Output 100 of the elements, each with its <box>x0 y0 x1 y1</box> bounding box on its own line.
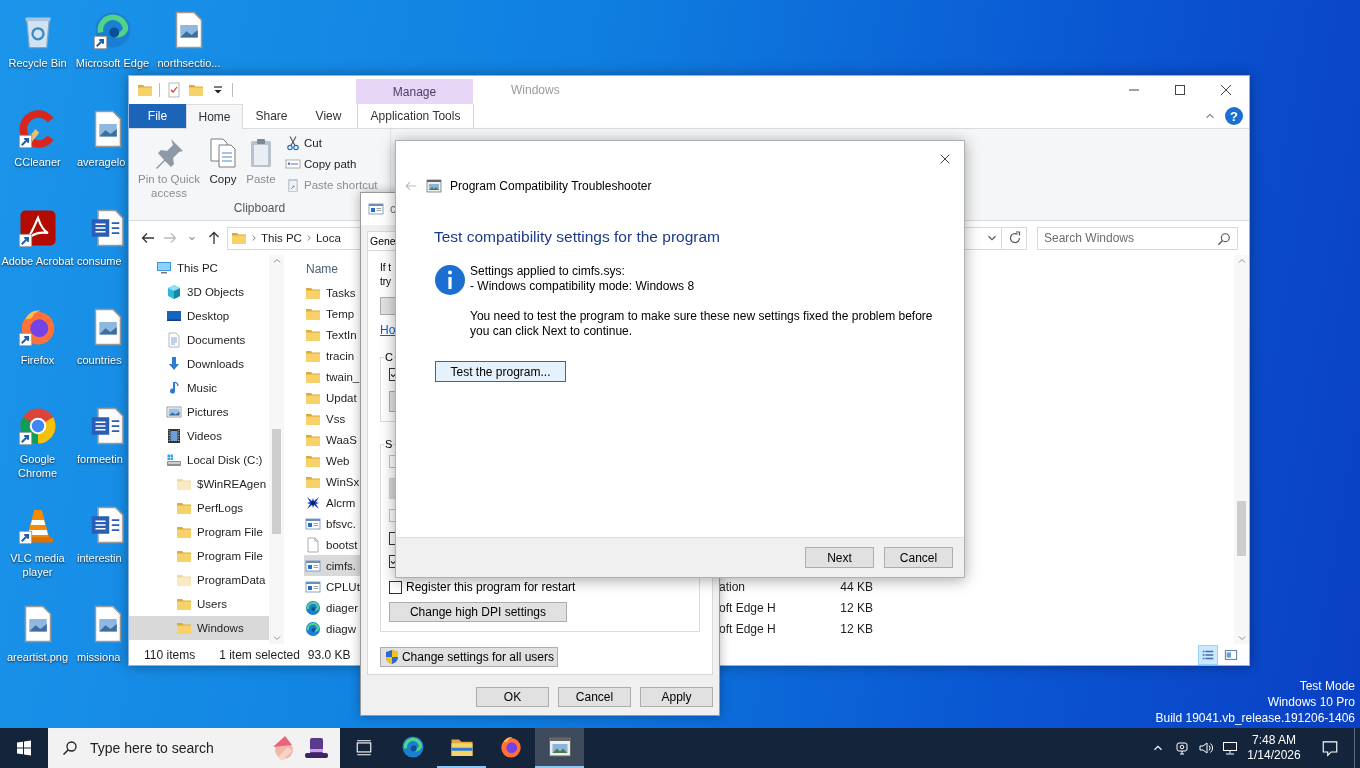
ribbon-button[interactable]: Copy path <box>285 154 378 174</box>
file-size: 12 KB <box>839 600 873 615</box>
volume-icon[interactable] <box>1198 740 1214 756</box>
file-item[interactable]: Updat <box>304 387 361 408</box>
taskbar-search-field[interactable]: Type here to search <box>48 728 340 768</box>
nav-item[interactable]: $WinREAgen <box>129 472 269 496</box>
checkbox[interactable] <box>389 580 402 594</box>
nav-item[interactable]: Videos <box>129 424 269 448</box>
folder-icon <box>231 230 247 246</box>
drive-icon <box>166 452 182 468</box>
nav-item[interactable]: ProgramData <box>129 568 269 592</box>
notification-icon[interactable] <box>1321 739 1339 757</box>
edge-icon <box>400 735 425 759</box>
webcam-icon[interactable] <box>1174 740 1190 756</box>
network-icon[interactable] <box>1222 740 1238 756</box>
pdf-reader-icon <box>17 208 58 248</box>
nav-item[interactable]: Windows <box>129 616 269 640</box>
file-item[interactable]: cimfs. <box>304 555 361 576</box>
close-icon[interactable] <box>1218 82 1234 98</box>
file-item[interactable]: twain_ <box>304 366 361 387</box>
up-arrow-icon[interactable] <box>206 230 222 246</box>
ribbon-tab[interactable]: Share <box>243 104 300 128</box>
folder-icon <box>137 82 153 98</box>
ribbon-tab[interactable]: View <box>300 104 357 128</box>
nav-item[interactable]: Downloads <box>129 352 269 376</box>
dialog-button[interactable]: OK <box>476 687 549 707</box>
nav-item[interactable]: Music <box>129 376 269 400</box>
program-icon <box>368 201 384 217</box>
breadcrumb[interactable]: This PC <box>261 232 302 244</box>
nav-item[interactable]: Pictures <box>129 400 269 424</box>
test-program-button[interactable]: Test the program... <box>435 361 566 382</box>
back-arrow-icon[interactable] <box>140 230 156 246</box>
file-item[interactable]: WinSx <box>304 471 361 492</box>
file-item[interactable]: bootst <box>304 534 361 555</box>
ribbon-tab[interactable]: File <box>129 104 186 128</box>
scrollbar-thumb[interactable] <box>1237 501 1246 556</box>
file-item[interactable]: bfsvc. <box>304 513 361 534</box>
nav-item[interactable]: Users <box>129 592 269 616</box>
wizard-button[interactable]: Cancel <box>884 547 953 568</box>
checkbox[interactable] <box>389 532 395 545</box>
refresh-icon[interactable] <box>1007 230 1023 246</box>
search-field[interactable]: Search Windows <box>1037 226 1238 250</box>
dpi-settings-button[interactable]: Change high DPI settings <box>389 602 567 622</box>
checkbox[interactable] <box>389 368 395 381</box>
breadcrumb[interactable]: Loca <box>315 232 341 244</box>
help-link[interactable]: Ho <box>380 323 396 337</box>
paste-shortcut-icon <box>285 177 301 193</box>
file-item[interactable]: diager <box>304 597 361 618</box>
tab[interactable]: Gene <box>367 231 396 250</box>
ribbon-button[interactable]: Copy <box>205 133 241 201</box>
taskbar-app-button[interactable] <box>535 728 584 768</box>
desktop-icon <box>166 308 182 324</box>
copy-icon <box>207 137 239 169</box>
file-item[interactable]: TextIn <box>304 324 361 345</box>
dialog-button[interactable]: Cancel <box>558 687 631 707</box>
file-item[interactable]: Alcrm <box>304 492 361 513</box>
program-icon <box>305 515 321 532</box>
shield-icon <box>383 649 400 665</box>
start-icon[interactable] <box>16 740 32 756</box>
properties-icon[interactable] <box>166 82 182 98</box>
nav-item[interactable]: 3D Objects <box>129 280 269 304</box>
task-view-icon[interactable] <box>355 739 373 757</box>
file-item[interactable]: Vss <box>304 408 361 429</box>
system-info-text: Windows 10 Pro <box>1267 694 1355 710</box>
help-button[interactable]: ? <box>1225 107 1243 125</box>
nav-item[interactable]: Program File <box>129 520 269 544</box>
nav-item[interactable]: PerfLogs <box>129 496 269 520</box>
clock[interactable]: 7:48 AM 1/14/2026 <box>1242 728 1306 768</box>
checkbox[interactable] <box>389 555 395 568</box>
ribbon-button[interactable]: Cut <box>285 133 378 153</box>
nav-item[interactable]: Documents <box>129 328 269 352</box>
all-users-button[interactable]: Change settings for all users <box>380 647 558 667</box>
file-item[interactable]: WaaS <box>304 429 361 450</box>
file-item[interactable]: Tasks <box>304 282 361 303</box>
scrollbar[interactable] <box>269 255 284 644</box>
nav-item[interactable]: This PC <box>129 256 269 280</box>
scrollbar[interactable] <box>1234 255 1249 644</box>
ribbon-tab[interactable]: Home <box>186 104 243 129</box>
maximize-icon[interactable] <box>1172 82 1188 98</box>
folder-icon <box>176 596 192 612</box>
file-item[interactable]: Temp <box>304 303 361 324</box>
file-item[interactable]: diagw <box>304 618 361 639</box>
program-icon <box>305 557 321 574</box>
info-icon <box>434 264 466 296</box>
nav-item[interactable]: Program File <box>129 544 269 568</box>
close-icon[interactable] <box>938 152 952 166</box>
ribbon-tab[interactable]: Application Tools <box>357 104 474 128</box>
scrollbar-thumb[interactable] <box>272 429 281 534</box>
wizard-button[interactable]: Next <box>805 547 874 568</box>
dialog-title: c <box>390 202 396 216</box>
nav-item[interactable]: Local Disk (C:) <box>129 448 269 472</box>
dialog-button[interactable]: Apply <box>640 687 713 707</box>
nav-item[interactable]: Desktop <box>129 304 269 328</box>
details-view-icon[interactable] <box>1198 644 1218 665</box>
group-label: C <box>384 350 394 364</box>
file-item[interactable]: CPLUt <box>304 576 361 597</box>
intro-text: try <box>380 276 392 287</box>
column-header[interactable]: Name <box>306 261 338 276</box>
file-item[interactable]: Web <box>304 450 361 471</box>
file-item[interactable]: tracin <box>304 345 361 366</box>
